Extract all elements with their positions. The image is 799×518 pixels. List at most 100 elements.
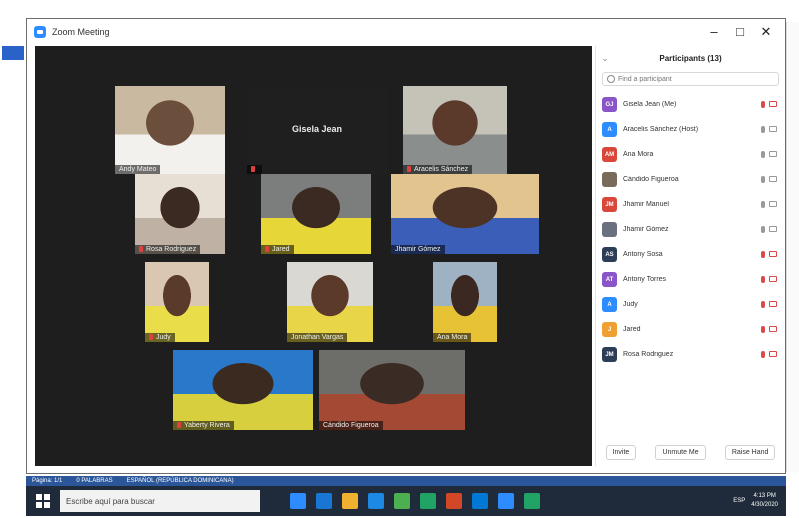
participants-footer: Invite Unmute Me Raise Hand [596,445,785,460]
zoom-app-icon [34,26,46,38]
unmute-me-button[interactable]: Unmute Me [655,445,706,460]
participant-video [433,262,497,342]
participant-row[interactable]: Jhamir Gómez [596,217,785,242]
taskbar-app-icon[interactable] [316,493,332,509]
avatar: AS [602,247,617,262]
participant-row[interactable]: AM Ana Mora [596,142,785,167]
participant-status-icons [747,251,777,258]
video-tile-label: Jared [261,245,294,254]
participant-status-icons [747,201,777,208]
participant-video [287,262,373,342]
search-icon [607,75,615,83]
video-tile-label: Yaberty Rivera [173,421,234,430]
participant-name: Antony Sosa [623,251,663,258]
mic-icon [761,151,765,158]
maximize-button[interactable]: □ [727,24,753,40]
participant-name: Jhamir Manuel [623,201,669,208]
taskbar-app-icon[interactable] [342,493,358,509]
video-off-icon [769,251,777,257]
video-gallery: Andy Mateo Gisela Jean Aracelis Sánchez Ros… [35,46,592,466]
participant-video [115,86,225,174]
video-off-icon [769,276,777,282]
participant-video [391,174,539,254]
video-tile[interactable]: Judy [145,262,209,342]
avatar: JM [602,347,617,362]
video-tile[interactable]: Aracelis Sánchez [403,86,507,174]
video-tile-label: Jhamir Gómez [391,245,445,254]
avatar [602,222,617,237]
status-language: ESPAÑOL (REPÚBLICA DOMINICANA) [126,478,234,484]
video-tile-name: Ana Mora [437,334,468,341]
participant-row[interactable]: A Judy [596,292,785,317]
background-scroll-edge [786,22,799,472]
taskbar-search-box[interactable]: Escribe aquí para buscar [60,490,260,512]
participant-name: Gisela Jean (Me) [623,101,677,108]
raise-hand-button[interactable]: Raise Hand [724,445,776,460]
participant-search-input[interactable]: Find a participant [602,72,779,86]
video-off-icon [769,101,777,107]
mic-icon [761,226,765,233]
participant-row[interactable]: J Jared [596,317,785,342]
video-tile-name: Jonathan Vargas [291,334,344,341]
close-button[interactable]: ✕ [753,24,779,40]
participant-row[interactable]: AS Antony Sosa [596,242,785,267]
taskbar-search-text: Escribe aquí para buscar [66,496,155,506]
invite-button[interactable]: Invite [605,445,637,460]
participant-status-icons [747,276,777,283]
taskbar-app-icon[interactable] [446,493,462,509]
background-app-icon [2,46,24,60]
participant-row[interactable]: AT Antony Torres [596,267,785,292]
tray-language[interactable]: ESP [733,498,745,504]
participant-status-icons [747,176,777,183]
taskbar-app-icon[interactable] [420,493,436,509]
avatar: A [602,297,617,312]
participant-video [173,350,313,430]
video-off-icon [769,326,777,332]
video-tile-name: Rosa Rodriguez [146,246,197,253]
video-tile[interactable]: Jared [261,174,371,254]
video-tile[interactable]: Yaberty Rivera [173,350,313,430]
participant-list: GJ Gisela Jean (Me) A Aracelis Sánchez (Hos… [596,92,785,367]
participant-video [135,174,225,254]
avatar: GJ [602,97,617,112]
video-tile-label: Judy [145,333,175,342]
muted-mic-icon [761,101,765,108]
video-tile-label [247,165,262,174]
taskbar-app-icon[interactable] [394,493,410,509]
participant-row[interactable]: JM Rosa Rodriguez [596,342,785,367]
participant-row[interactable]: Cándido Figueroa [596,167,785,192]
taskbar-app-icon[interactable] [290,493,306,509]
minimize-button[interactable]: – [701,24,727,40]
video-tile[interactable]: Jonathan Vargas [287,262,373,342]
avatar: AT [602,272,617,287]
avatar: J [602,322,617,337]
video-tile[interactable]: Jhamir Gómez [391,174,539,254]
video-tile-label: Aracelis Sánchez [403,165,473,174]
video-tile[interactable]: Gisela Jean [247,86,387,174]
taskbar-app-icon[interactable] [498,493,514,509]
participant-status-icons [747,351,777,358]
video-tile[interactable]: Rosa Rodriguez [135,174,225,254]
participant-name: Jhamir Gómez [623,226,669,233]
windows-start-icon[interactable] [36,494,50,508]
video-tile-label: Ana Mora [433,333,472,342]
taskbar-app-icon[interactable] [368,493,384,509]
taskbar-clock[interactable]: 4:13 PM 4/30/2020 [751,492,778,510]
taskbar-app-icon[interactable] [472,493,488,509]
word-status-bar: Página: 1/1 0 PALABRAS ESPAÑOL (REPÚBLIC… [26,476,786,486]
participant-row[interactable]: A Aracelis Sánchez (Host) [596,117,785,142]
taskbar-app-icon[interactable] [524,493,540,509]
participant-row[interactable]: JM Jhamir Manuel [596,192,785,217]
muted-mic-icon [761,251,765,258]
participant-video [319,350,465,430]
video-tile[interactable]: Ana Mora [433,262,497,342]
video-tile-name: Yaberty Rivera [184,422,230,429]
video-icon [769,126,777,132]
collapse-chevron-icon[interactable]: ⌄ [596,53,614,64]
video-tile[interactable]: Andy Mateo [115,86,225,174]
participant-row[interactable]: GJ Gisela Jean (Me) [596,92,785,117]
video-tile[interactable]: Cándido Figueroa [319,350,465,430]
participant-status-icons [747,226,777,233]
taskbar-apps [290,493,550,509]
mic-icon [761,201,765,208]
